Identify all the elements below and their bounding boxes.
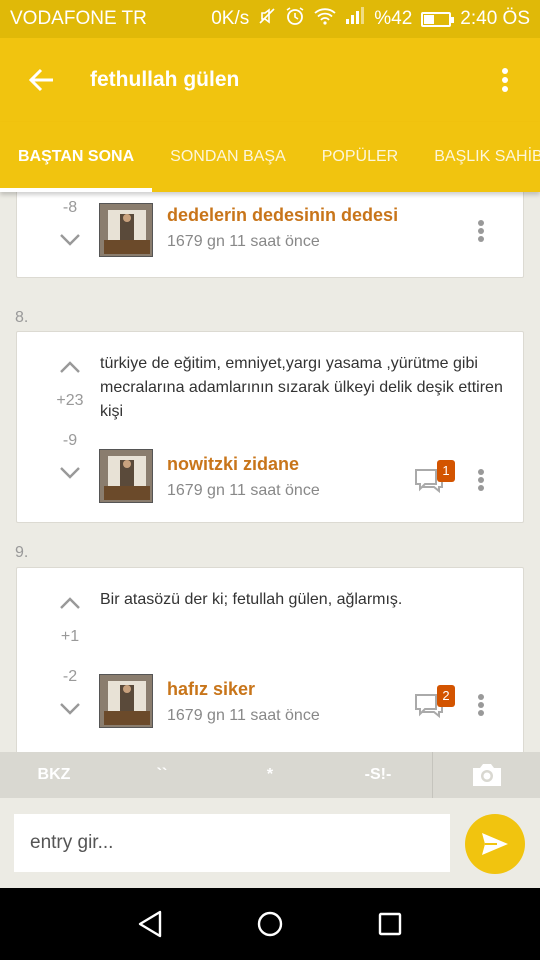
downvote-button[interactable] [39, 225, 101, 255]
comment-count-badge: 1 [437, 460, 455, 482]
avatar[interactable] [99, 449, 153, 503]
network-speed: 0K/s [211, 8, 250, 29]
mute-icon [258, 7, 276, 31]
circle-home-icon [257, 911, 283, 937]
author-name[interactable]: nowitzki zidane [167, 454, 299, 475]
wifi-icon [314, 7, 336, 31]
upvote-count: +1 [60, 628, 80, 645]
entry-input[interactable] [14, 814, 450, 872]
format-toolbar: BKZ `` * -S!- [0, 752, 540, 798]
app-bar: fethullah gülen [0, 38, 540, 122]
entry-more-button[interactable] [459, 458, 503, 502]
nav-home-button[interactable] [240, 894, 300, 954]
downvote-count: -2 [62, 668, 78, 685]
entry-text: türkiye de eğitim, emniyet,yargı yasama … [100, 355, 503, 420]
chevron-down-icon [60, 703, 80, 715]
upvote-count: +23 [56, 392, 84, 409]
battery-percent: %42 [374, 8, 413, 29]
bkz-button[interactable]: BKZ [0, 766, 108, 784]
more-vert-icon [478, 694, 484, 716]
entry-number: 8. [15, 309, 29, 326]
tab-populer[interactable]: POPÜLER [304, 122, 416, 192]
entry-more-button[interactable] [459, 209, 503, 253]
arrow-left-icon [29, 68, 53, 92]
entry-card: -8 dedelerin dedesinin dedesi 1679 gn 11… [16, 192, 524, 278]
status-icons: 0K/s %42 2:40 ÖS [211, 6, 530, 32]
triangle-back-icon [138, 910, 162, 938]
entry-text: Bir atasözü der ki; fetullah gülen, ağla… [100, 591, 403, 608]
nav-back-button[interactable] [120, 894, 180, 954]
downvote-count: -9 [62, 432, 78, 449]
author-name[interactable]: hafız siker [167, 679, 255, 700]
chevron-down-icon [60, 467, 80, 479]
battery-fill [424, 14, 435, 24]
camera-button[interactable] [433, 752, 540, 798]
entry-time: 1679 gn 11 saat önce [167, 482, 320, 499]
comments-button[interactable]: 1 [413, 460, 455, 500]
entry-time: 1679 gn 11 saat önce [167, 707, 320, 724]
comment-count-badge: 2 [437, 685, 455, 707]
battery-icon [421, 11, 455, 27]
downvote-button[interactable] [39, 458, 101, 488]
star-button[interactable]: * [216, 766, 324, 784]
signal-icon [345, 7, 365, 31]
more-vert-icon [478, 469, 484, 491]
tab-baslik-sahibi[interactable]: BAŞLIK SAHİBİ [416, 122, 540, 192]
entry-more-button[interactable] [459, 683, 503, 727]
upvote-button[interactable] [39, 588, 101, 618]
backtick-button[interactable]: `` [108, 766, 216, 784]
overflow-menu-button[interactable] [470, 38, 540, 122]
send-button[interactable] [465, 814, 525, 874]
entry-number: 9. [15, 544, 29, 561]
spoiler-button[interactable]: -S!- [324, 766, 432, 784]
avatar[interactable] [99, 203, 153, 257]
entry-card: +1 -2 Bir atasözü der ki; fetullah gülen… [16, 567, 524, 752]
author-name[interactable]: dedelerin dedesinin dedesi [167, 205, 398, 226]
clock: 2:40 ÖS [460, 8, 530, 29]
status-bar: VODAFONE TR 0K/s %42 2:40 ÖS [0, 0, 540, 38]
entry-list[interactable]: -8 dedelerin dedesinin dedesi 1679 gn 11… [0, 192, 540, 752]
camera-icon [472, 764, 501, 786]
more-vert-icon [502, 68, 508, 92]
alarm-icon [285, 6, 305, 32]
downvote-button[interactable] [39, 694, 101, 724]
carrier-label: VODAFONE TR [10, 8, 147, 29]
comments-button[interactable]: 2 [413, 685, 455, 725]
entry-time: 1679 gn 11 saat önce [167, 233, 320, 250]
tab-sondan-basa[interactable]: SONDAN BAŞA [152, 122, 304, 192]
system-nav-bar [0, 888, 540, 960]
downvote-count: -8 [62, 199, 78, 216]
chevron-up-icon [60, 597, 80, 609]
chevron-up-icon [60, 361, 80, 373]
entry-input-bar [0, 798, 540, 888]
upvote-button[interactable] [39, 352, 101, 382]
nav-recents-button[interactable] [360, 894, 420, 954]
back-button[interactable] [0, 38, 84, 122]
chevron-down-icon [60, 234, 80, 246]
entry-card: +23 -9 türkiye de eğitim, emniyet,yargı … [16, 331, 524, 523]
tab-bastan-sona[interactable]: BAŞTAN SONA [0, 122, 153, 192]
square-recents-icon [378, 912, 402, 936]
more-vert-icon [478, 220, 484, 242]
topic-title: fethullah gülen [90, 68, 240, 91]
avatar[interactable] [99, 674, 153, 728]
send-icon [482, 833, 508, 855]
sort-tabs: BAŞTAN SONA SONDAN BAŞA POPÜLER BAŞLIK S… [0, 122, 540, 192]
